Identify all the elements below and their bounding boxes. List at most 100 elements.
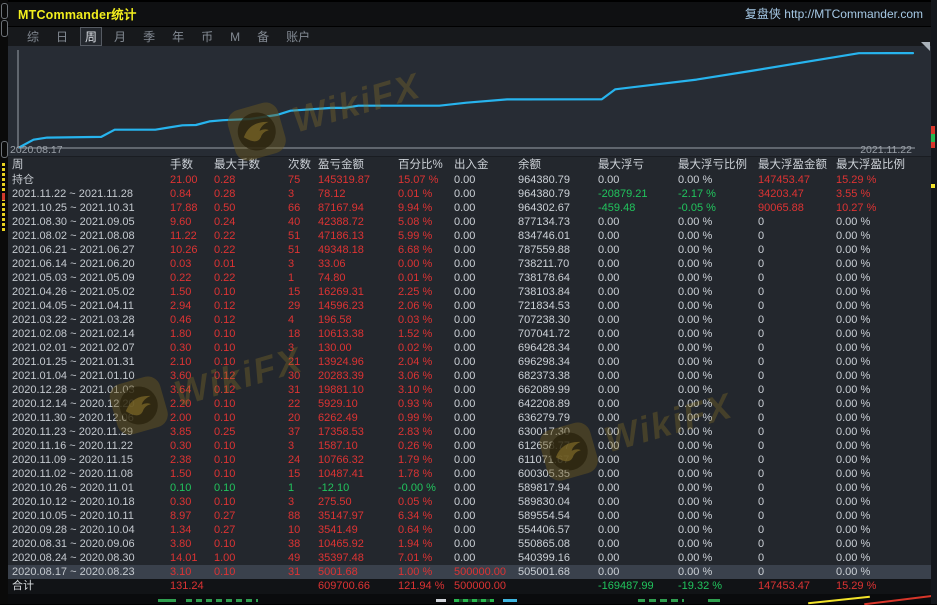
cell-cashflow: 0.00 bbox=[454, 411, 518, 425]
cell-cashflow: 0.00 bbox=[454, 439, 518, 453]
cell-pnl: 35397.48 bbox=[318, 551, 398, 565]
cell-cashflow: 0.00 bbox=[454, 341, 518, 355]
resize-grip-icon[interactable] bbox=[921, 42, 930, 51]
table-row[interactable]: 2021.01.04 ~ 2021.01.103.600.123020283.3… bbox=[8, 369, 931, 383]
cell-max_lots: 0.10 bbox=[214, 397, 288, 411]
column-header-max_lots[interactable]: 最大手数 bbox=[214, 157, 288, 173]
cell-balance: 630017.30 bbox=[518, 425, 598, 439]
cell-lots: 0.22 bbox=[170, 271, 214, 285]
cell-max_float_profit_pct: 0.00 % bbox=[836, 495, 931, 509]
table-row[interactable]: 2020.12.28 ~ 2021.01.033.640.123119881.1… bbox=[8, 383, 931, 397]
column-header-pct[interactable]: 百分比% bbox=[398, 157, 454, 173]
cell-max_float_profit: 0 bbox=[758, 327, 836, 341]
cell-max_float_loss: 0.00 bbox=[598, 355, 678, 369]
table-row[interactable]: 2021.10.25 ~ 2021.10.3117.880.506687167.… bbox=[8, 201, 931, 215]
cell-max_float_loss_pct: 0.00 % bbox=[678, 425, 758, 439]
cell-max_float_profit_pct: 0.00 % bbox=[836, 299, 931, 313]
cell-max_lots: 0.24 bbox=[214, 215, 288, 229]
table-row[interactable]: 2021.05.03 ~ 2021.05.090.220.22174.800.0… bbox=[8, 271, 931, 285]
menu-item-M[interactable]: M bbox=[225, 29, 245, 45]
table-row[interactable]: 2021.11.22 ~ 2021.11.280.840.28378.120.0… bbox=[8, 187, 931, 201]
table-row[interactable]: 2020.11.02 ~ 2020.11.081.500.101510487.4… bbox=[8, 467, 931, 481]
column-header-balance[interactable]: 余额 bbox=[518, 157, 598, 173]
cell-pnl: 5929.10 bbox=[318, 397, 398, 411]
column-header-cashflow[interactable]: 出入金 bbox=[454, 157, 518, 173]
brand-link[interactable]: 复盘侠 http://MTCommander.com bbox=[745, 5, 923, 22]
menu-item-账户[interactable]: 账户 bbox=[281, 27, 315, 46]
cell-pct: 2.83 % bbox=[398, 425, 454, 439]
table-row[interactable]: 2020.11.23 ~ 2020.11.293.850.253717358.5… bbox=[8, 425, 931, 439]
table-row[interactable]: 2021.02.01 ~ 2021.02.070.300.103130.000.… bbox=[8, 341, 931, 355]
chart-start-date-label: 2020.08.17 bbox=[10, 144, 63, 156]
menu-item-月[interactable]: 月 bbox=[109, 27, 131, 46]
cell-max_float_loss: 0.00 bbox=[598, 537, 678, 551]
column-header-max_float_loss[interactable]: 最大浮亏 bbox=[598, 157, 678, 173]
column-header-max_float_profit_pct[interactable]: 最大浮盈比例 bbox=[836, 157, 931, 173]
menu-item-年[interactable]: 年 bbox=[167, 27, 189, 46]
menu-item-季[interactable]: 季 bbox=[138, 27, 160, 46]
table-row[interactable]: 2021.08.30 ~ 2021.09.059.600.244042388.7… bbox=[8, 215, 931, 229]
cell-period: 2021.11.22 ~ 2021.11.28 bbox=[8, 187, 170, 201]
cell-max_lots: 0.10 bbox=[214, 341, 288, 355]
cell-max_float_loss: 0.00 bbox=[598, 243, 678, 257]
brand-url[interactable]: http://MTCommander.com bbox=[784, 7, 923, 21]
cell-balance: 642208.89 bbox=[518, 397, 598, 411]
table-row[interactable]: 2020.11.30 ~ 2020.12.062.000.10206262.49… bbox=[8, 411, 931, 425]
cell-max_float_profit_pct: 0.00 % bbox=[836, 425, 931, 439]
table-row[interactable]: 2021.02.08 ~ 2021.02.141.800.101810613.3… bbox=[8, 327, 931, 341]
table-row[interactable]: 2021.06.21 ~ 2021.06.2710.260.225149348.… bbox=[8, 243, 931, 257]
table-row[interactable]: 2020.08.31 ~ 2020.09.063.800.103810465.9… bbox=[8, 537, 931, 551]
table-row[interactable]: 2020.11.09 ~ 2020.11.152.380.102410766.3… bbox=[8, 453, 931, 467]
column-header-max_float_profit[interactable]: 最大浮盈金额 bbox=[758, 157, 836, 173]
table-row[interactable]: 2021.01.25 ~ 2021.01.312.100.102113924.9… bbox=[8, 355, 931, 369]
table-row[interactable]: 2021.04.26 ~ 2021.05.021.500.101516269.3… bbox=[8, 285, 931, 299]
column-header-count[interactable]: 次数 bbox=[288, 157, 318, 173]
cell-count: 31 bbox=[288, 383, 318, 397]
cell-count: 20 bbox=[288, 411, 318, 425]
cell-pct: 5.99 % bbox=[398, 229, 454, 243]
column-header-lots[interactable]: 手数 bbox=[170, 157, 214, 173]
cell-cashflow: 0.00 bbox=[454, 327, 518, 341]
cell-count: 3 bbox=[288, 439, 318, 453]
table-row[interactable]: 2020.10.12 ~ 2020.10.180.300.103275.500.… bbox=[8, 495, 931, 509]
column-header-period[interactable]: 周 bbox=[8, 157, 170, 173]
table-row[interactable]: 2021.06.14 ~ 2021.06.200.030.01333.060.0… bbox=[8, 257, 931, 271]
cell-period: 2021.10.25 ~ 2021.10.31 bbox=[8, 201, 170, 215]
menu-item-备[interactable]: 备 bbox=[252, 27, 274, 46]
cell-pct: 7.01 % bbox=[398, 551, 454, 565]
cell-count: 10 bbox=[288, 523, 318, 537]
table-row[interactable]: 2021.03.22 ~ 2021.03.280.460.124196.580.… bbox=[8, 313, 931, 327]
cell-count: 22 bbox=[288, 397, 318, 411]
cell-pnl: 5001.68 bbox=[318, 565, 398, 579]
cell-max_float_profit_pct: 0.00 % bbox=[836, 565, 931, 579]
cell-cashflow: 0.00 bbox=[454, 215, 518, 229]
table-row[interactable]: 2021.08.02 ~ 2021.08.0811.220.225147186.… bbox=[8, 229, 931, 243]
menu-item-周[interactable]: 周 bbox=[80, 27, 102, 46]
table-row[interactable]: 2020.10.26 ~ 2020.11.010.100.101-12.10-0… bbox=[8, 481, 931, 495]
cell-max_float_profit_pct: 0.00 % bbox=[836, 509, 931, 523]
table-row[interactable]: 2021.04.05 ~ 2021.04.112.940.122914596.2… bbox=[8, 299, 931, 313]
table-row[interactable]: 持仓21.000.2875145319.8715.07 %0.00964380.… bbox=[8, 173, 931, 187]
cell-count: 88 bbox=[288, 509, 318, 523]
table-row[interactable]: 2020.11.16 ~ 2020.11.220.300.1031587.100… bbox=[8, 439, 931, 453]
cell-count: 40 bbox=[288, 215, 318, 229]
total-row[interactable]: 合计131.24609700.66121.94 %500000.00-16948… bbox=[8, 579, 931, 594]
cell-max_lots: 0.12 bbox=[214, 299, 288, 313]
table-row[interactable]: 2020.10.05 ~ 2020.10.118.970.278835147.9… bbox=[8, 509, 931, 523]
cell-cashflow: 0.00 bbox=[454, 285, 518, 299]
cell-max_float_profit: 0 bbox=[758, 537, 836, 551]
table-header-row: 周手数最大手数次数盈亏金额百分比%出入金余额最大浮亏最大浮亏比例最大浮盈金额最大… bbox=[8, 157, 931, 173]
cell-max_lots: 0.10 bbox=[214, 481, 288, 495]
column-header-pnl[interactable]: 盈亏金额 bbox=[318, 157, 398, 173]
cell-lots: 3.10 bbox=[170, 565, 214, 579]
title-bar[interactable]: MTCommander统计 复盘侠 http://MTCommander.com bbox=[8, 2, 931, 27]
table-row[interactable]: 2020.09.28 ~ 2020.10.041.340.27103541.49… bbox=[8, 523, 931, 537]
brand-name: 复盘侠 bbox=[745, 7, 781, 21]
table-row[interactable]: 2020.08.17 ~ 2020.08.233.100.10315001.68… bbox=[8, 565, 931, 579]
table-row[interactable]: 2020.08.24 ~ 2020.08.3014.011.004935397.… bbox=[8, 551, 931, 565]
menu-item-综[interactable]: 综 bbox=[22, 27, 44, 46]
table-row[interactable]: 2020.12.14 ~ 2020.12.202.200.10225929.10… bbox=[8, 397, 931, 411]
menu-item-日[interactable]: 日 bbox=[51, 27, 73, 46]
menu-item-币[interactable]: 币 bbox=[196, 27, 218, 46]
column-header-max_float_loss_pct[interactable]: 最大浮亏比例 bbox=[678, 157, 758, 173]
